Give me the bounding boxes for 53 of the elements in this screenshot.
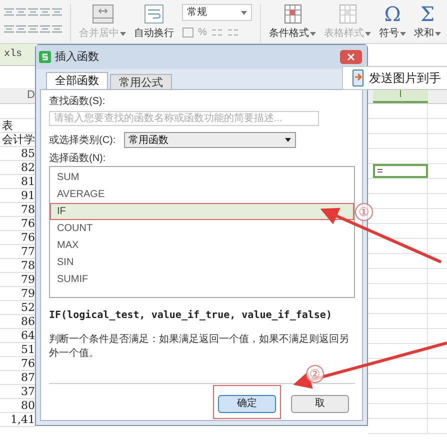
table-cell: 51 (21, 344, 35, 356)
ribbon-button[interactable]: 符号 (379, 27, 406, 40)
table-cell: 85 (21, 148, 35, 160)
number-format-dropdown[interactable]: 常规 (182, 4, 252, 21)
function-item[interactable]: SIN (50, 254, 354, 271)
step-number-badge: ① (355, 203, 373, 221)
table-cell: 37 (21, 386, 35, 398)
tab[interactable]: 常用公式 (110, 74, 172, 89)
field-label: 或选择类别(C): (49, 134, 116, 148)
function-item[interactable]: AVERAGE (50, 186, 354, 203)
field-label: 选择函数(N): (49, 152, 107, 166)
table-cell: 87 (21, 372, 35, 384)
table-cell: 表 (2, 120, 13, 132)
table-cell: 79 (21, 274, 35, 286)
table-cell: 76 (21, 232, 35, 244)
table-cell: 81 (21, 176, 35, 188)
table-cell: 78 (21, 260, 35, 272)
table-cell: 76 (21, 218, 35, 230)
table-cell: 86 (21, 316, 35, 328)
active-cell[interactable]: = (373, 164, 428, 178)
field-label: 查找函数(S): (49, 94, 106, 109)
table-cell: 79 (21, 288, 35, 300)
table-cell: 91 (21, 190, 35, 202)
table-cell: 82 (21, 162, 35, 174)
function-item[interactable]: IF (50, 203, 354, 220)
table-cell: 会计学 (2, 134, 35, 146)
table-cell: 76 (21, 358, 35, 370)
ribbon-button[interactable]: 求和 (414, 27, 441, 40)
cell-value: = (377, 164, 383, 178)
function-description: 判断一个条件是否满足：如果满足返回一个值，如果不满足则返回另外一个值。 (49, 333, 349, 361)
table-cell: 80 (21, 400, 35, 412)
category-dropdown[interactable]: 常用函数 (124, 132, 296, 148)
function-signature: IF(logical_test, value_if_true, value_if_false) (49, 308, 333, 323)
function-item[interactable]: SUMIF (50, 271, 354, 288)
ribbon-button[interactable]: 条件格式 (269, 27, 316, 40)
dialog-title: 插入函数 (55, 50, 99, 65)
dialog-button[interactable]: 取 (291, 394, 349, 412)
search-field[interactable]: 请输入您要查找的函数名称或函数功能的简要描述... (49, 111, 319, 126)
function-item[interactable]: MAX (50, 237, 354, 254)
table-cell: 77 (21, 246, 35, 258)
symbol-glyph: Σ (420, 4, 435, 24)
tab[interactable]: 全部函数 (46, 72, 108, 89)
column-header[interactable]: I (399, 88, 402, 101)
table-cell: 78 (21, 204, 35, 216)
table-cell: 52 (21, 302, 35, 314)
function-item[interactable]: COUNT (50, 220, 354, 237)
function-item[interactable]: SUM (50, 169, 354, 186)
dialog-button[interactable]: 确定 (218, 394, 276, 412)
tooltip-text: 发送图片到手 (369, 70, 441, 87)
symbol-glyph: Ω (384, 4, 401, 24)
table-cell: 64 (21, 330, 35, 342)
ribbon-button[interactable]: 自动换行 (134, 27, 174, 40)
table-cell: 1,41 (10, 414, 35, 426)
